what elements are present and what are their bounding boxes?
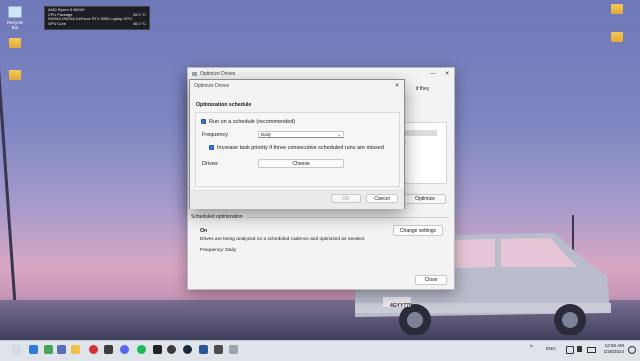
- volume-icon[interactable]: [577, 346, 582, 352]
- ok-button[interactable]: OK: [331, 194, 361, 203]
- close-icon[interactable]: ✕: [390, 83, 404, 89]
- hwinfo-widget: AMD Ryzen 5 5600H CPU Package 49.0 °C NVI…: [44, 6, 150, 30]
- folder-icon: [9, 38, 21, 48]
- choose-button[interactable]: Choose: [258, 159, 344, 168]
- optimize-button[interactable]: Optimize: [404, 194, 446, 204]
- start-icon[interactable]: [29, 345, 38, 354]
- clock-date: 1/28/2024: [603, 349, 624, 354]
- increase-priority-label: Increase task priority if three consecut…: [217, 145, 384, 151]
- desktop-icon-folder[interactable]: [4, 70, 26, 82]
- desktop-icon-folder[interactable]: [4, 38, 26, 50]
- frequency-label: Frequency: [202, 132, 228, 138]
- app-icon[interactable]: [214, 345, 223, 354]
- dialog-title: Optimize Drives: [194, 83, 230, 89]
- recycle-bin-icon: [8, 6, 22, 18]
- folder-icon: [9, 70, 21, 80]
- folder-icon: [611, 32, 623, 42]
- drive-app-icon: [192, 72, 197, 76]
- chevron-down-icon: ⌄: [337, 132, 341, 137]
- hwinfo-row: GPU Core 46.0 °C: [48, 20, 146, 26]
- widgets-icon[interactable]: [44, 345, 53, 354]
- spotify-icon[interactable]: [137, 345, 146, 354]
- cancel-button[interactable]: Cancel: [366, 194, 398, 203]
- change-settings-button[interactable]: Change settings: [393, 225, 443, 236]
- schedule-description: Drives are being analyzed on a scheduled…: [200, 237, 366, 242]
- scheduled-heading: Scheduled optimization: [191, 214, 449, 220]
- utility-pole: [0, 60, 19, 335]
- heading-divider: [245, 216, 449, 218]
- dialog-titlebar[interactable]: Optimize Drives ✕: [190, 80, 404, 92]
- close-button[interactable]: Close: [415, 275, 447, 285]
- dialog-heading: Optimization schedule: [196, 102, 252, 108]
- folder-icon: [611, 4, 623, 14]
- obs-icon[interactable]: [167, 345, 176, 354]
- opera-icon[interactable]: [89, 345, 98, 354]
- desktop-icon-recycle-bin[interactable]: Recycle Bin: [4, 6, 26, 30]
- schedule-dialog: Optimize Drives ✕ Optimization schedule …: [189, 79, 405, 209]
- schedule-status-on: On: [200, 228, 208, 234]
- schedule-frequency: Frequency: Daily: [200, 248, 236, 253]
- terminal-icon[interactable]: [153, 345, 162, 354]
- drive-row-selected[interactable]: [403, 130, 437, 136]
- run-on-schedule-label: Run on a schedule (recommended): [209, 119, 296, 125]
- task-view-icon[interactable]: [57, 345, 66, 354]
- frequency-select[interactable]: Daily ⌄: [258, 131, 344, 138]
- tray-chevron-icon[interactable]: ^: [530, 345, 533, 351]
- license-plate: 4GYY770: [390, 303, 412, 309]
- app-icon[interactable]: [199, 345, 208, 354]
- file-explorer-icon[interactable]: [71, 345, 80, 354]
- steam-icon[interactable]: [183, 345, 192, 354]
- notification-icon[interactable]: [628, 346, 636, 354]
- description-fragment: if they: [416, 86, 430, 92]
- discord-icon[interactable]: [120, 345, 129, 354]
- drives-label: Drives: [202, 161, 218, 167]
- increase-priority-checkbox[interactable]: ✓: [209, 145, 214, 150]
- clock[interactable]: 12:56 AM 1/28/2024: [598, 343, 624, 355]
- drive-app-icon[interactable]: [229, 345, 238, 354]
- app-icon[interactable]: [104, 345, 113, 354]
- network-icon[interactable]: [566, 346, 574, 354]
- search-icon[interactable]: [12, 345, 21, 354]
- window-title: Optimize Drives: [200, 71, 236, 77]
- minimize-icon[interactable]: —: [426, 71, 440, 77]
- run-on-schedule-checkbox[interactable]: ✓: [201, 119, 206, 124]
- desktop-icon-folder[interactable]: [606, 4, 628, 16]
- desktop-icon-folder[interactable]: [606, 32, 628, 44]
- schedule-panel: ✓ Run on a schedule (recommended) Freque…: [195, 112, 400, 187]
- close-icon[interactable]: ✕: [440, 71, 454, 77]
- battery-icon[interactable]: [587, 347, 596, 353]
- language-indicator[interactable]: ENG: [546, 346, 556, 351]
